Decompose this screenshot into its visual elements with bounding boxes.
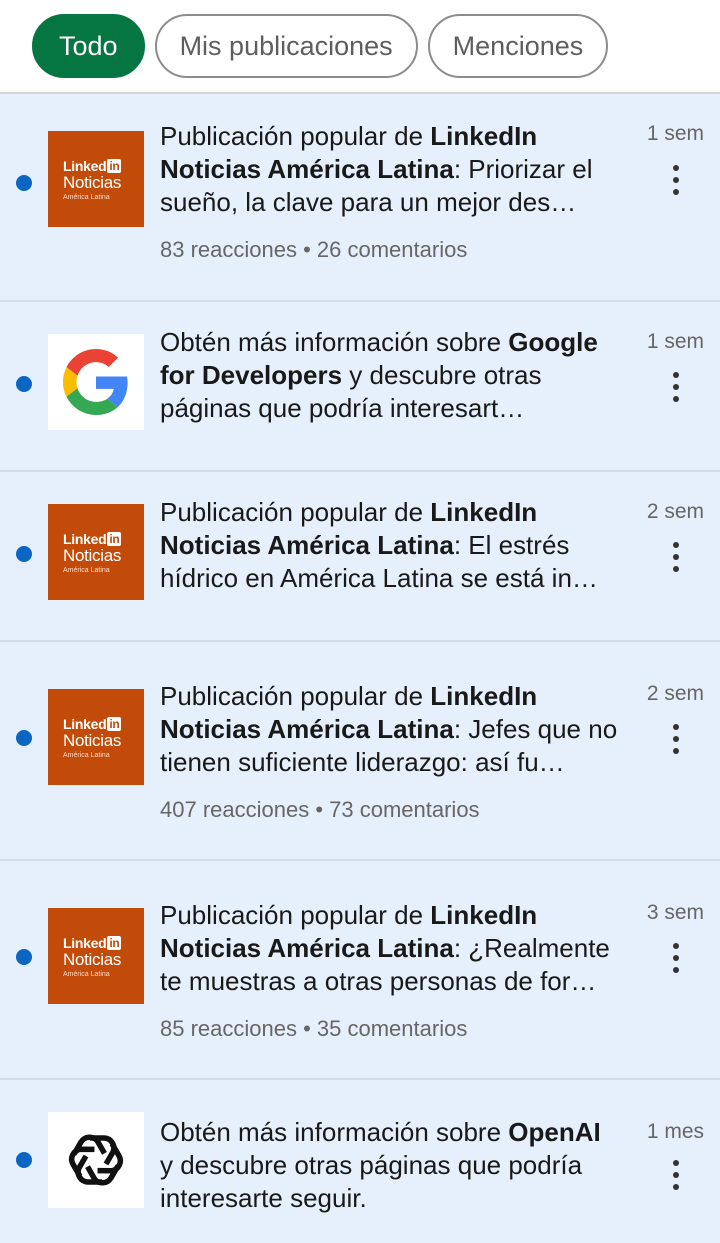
notification-text: Publicación popular de LinkedIn Noticias… xyxy=(160,497,598,593)
more-options-icon[interactable] xyxy=(672,165,680,195)
filter-mis-publicaciones[interactable]: Mis publicaciones xyxy=(154,14,418,78)
filter-menciones[interactable]: Menciones xyxy=(427,14,609,78)
unread-dot xyxy=(16,1152,32,1168)
notification-text: Publicación popular de LinkedIn Noticias… xyxy=(160,681,618,777)
notification-item[interactable]: Obtén más información sobre OpenAI y des… xyxy=(0,1080,720,1243)
notification-item[interactable]: Linked in Noticias América Latina Publica… xyxy=(0,642,720,861)
unread-dot xyxy=(16,376,32,392)
google-logo xyxy=(48,334,144,430)
timestamp: 2 sem xyxy=(646,682,704,705)
notification-item[interactable]: Linked in Noticias América Latina Publica… xyxy=(0,94,720,302)
unread-dot xyxy=(16,730,32,746)
linkedin-noticias-logo: Linked in Noticias América Latina xyxy=(48,908,144,1004)
engagement-stats: 85 reacciones • 35 comentarios xyxy=(160,1016,468,1041)
notification-list: Linked in Noticias América Latina Publica… xyxy=(0,94,720,1243)
notification-item[interactable]: Linked in Noticias América Latina Publica… xyxy=(0,472,720,642)
timestamp: 1 sem xyxy=(646,122,704,145)
unread-dot xyxy=(16,175,32,191)
notification-text: Publicación popular de LinkedIn Noticias… xyxy=(160,900,610,996)
filter-bar: Todo Mis publicaciones Menciones xyxy=(0,0,720,94)
timestamp: 1 mes xyxy=(646,1120,704,1143)
more-options-icon[interactable] xyxy=(672,943,680,973)
unread-dot xyxy=(16,949,32,965)
filter-todo[interactable]: Todo xyxy=(32,14,145,78)
engagement-stats: 407 reacciones • 73 comentarios xyxy=(160,797,480,822)
timestamp: 3 sem xyxy=(646,901,704,924)
notification-text: Obtén más información sobre OpenAI y des… xyxy=(160,1117,601,1213)
notification-text: Publicación popular de LinkedIn Noticias… xyxy=(160,121,593,217)
notification-item[interactable]: Linked in Noticias América Latina Publica… xyxy=(0,861,720,1080)
notification-text: Obtén más información sobre Google for D… xyxy=(160,327,598,423)
timestamp: 1 sem xyxy=(646,330,704,353)
unread-dot xyxy=(16,546,32,562)
linkedin-noticias-logo: Linked in Noticias América Latina xyxy=(48,131,144,227)
linkedin-noticias-logo: Linked in Noticias América Latina xyxy=(48,504,144,600)
openai-logo xyxy=(48,1112,144,1208)
more-options-icon[interactable] xyxy=(672,542,680,572)
timestamp: 2 sem xyxy=(646,500,704,523)
linkedin-noticias-logo: Linked in Noticias América Latina xyxy=(48,689,144,785)
more-options-icon[interactable] xyxy=(672,372,680,402)
more-options-icon[interactable] xyxy=(672,1160,680,1190)
engagement-stats: 83 reacciones • 26 comentarios xyxy=(160,237,468,262)
more-options-icon[interactable] xyxy=(672,724,680,754)
notification-item[interactable]: Obtén más información sobre Google for D… xyxy=(0,302,720,472)
